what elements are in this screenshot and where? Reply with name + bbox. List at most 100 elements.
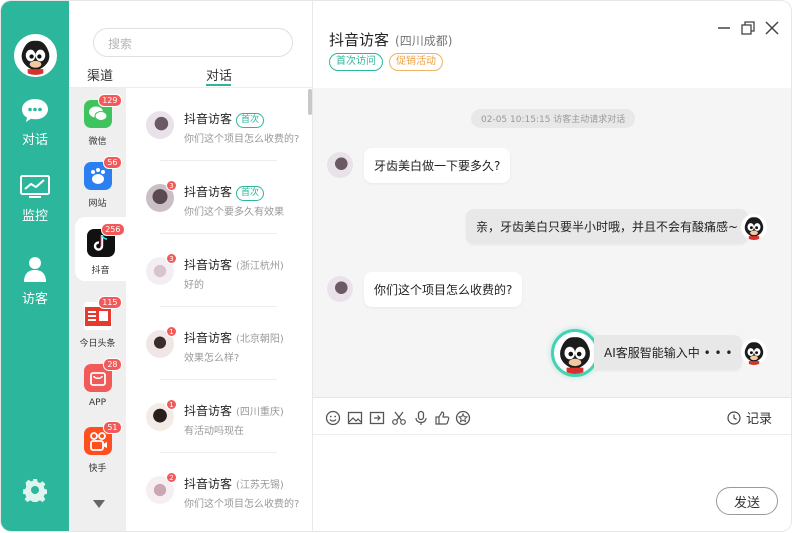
history-record-button[interactable]: 记录 [727,408,772,427]
channel-badge: 115 [98,296,122,309]
agent-mascot-avatar [741,214,767,240]
unread-badge: 3 [166,180,177,191]
shopping-bag-icon: 28 [83,358,122,392]
unread-badge: 1 [166,326,177,337]
tab-channels[interactable]: 渠道 [87,65,113,84]
mascot-avatar[interactable] [14,34,57,77]
channel-app[interactable]: 28 APP [69,358,126,408]
left-nav: 对话 监控 访客 [1,1,69,531]
scissors-icon[interactable] [391,410,407,426]
last-message: 你们这个要多久有效果 [184,207,284,218]
conversation-item[interactable]: 2 抖音访客 (江苏无锡) 你们这个项目怎么收费的? [126,453,306,526]
app-window: 对话 监控 访客 搜索 渠道 对话 129 微信 56 网站 256 抖音 11… [0,0,800,533]
ai-assistant-avatar [551,329,599,377]
ai-typing-bubble: AI客服智能输入中 • • • [594,335,743,370]
visitor-avatar [327,276,353,302]
conversation-item[interactable]: 3 抖音访客 (浙江杭州) 好的 [126,234,306,307]
last-message: 你们这个项目怎么收费的? [184,134,300,145]
search-input[interactable]: 搜索 [93,28,293,57]
visitor-person-icon [24,257,46,282]
visitor-location: (北京朝阳) [236,334,284,345]
agent-mascot-avatar [741,339,767,365]
window-frame: 对话 监控 访客 搜索 渠道 对话 129 微信 56 网站 256 抖音 11… [1,1,791,531]
nav-item-chat[interactable]: 对话 [1,97,69,148]
channel-badge: 56 [103,156,122,169]
unread-badge: 2 [166,472,177,483]
visitor-name: 抖音访客 [184,331,233,345]
channel-column: 129 微信 56 网站 256 抖音 115 今日头条 28 APP 51 快… [69,88,126,531]
nav-item-visitor[interactable]: 访客 [1,256,69,307]
close-icon[interactable] [763,19,781,37]
visitor-name: 抖音访客 [184,185,233,199]
first-visit-tag: 首次 [236,186,265,201]
channel-badge: 256 [101,223,125,236]
unread-badge: 1 [166,399,177,410]
nav-label-monitor: 监控 [21,209,48,224]
conversation-item[interactable]: 1 抖音访客 (北京朝阳) 效果怎么样? [126,307,306,380]
visitor-name: 抖音访客 [184,258,233,272]
emoji-icon[interactable] [325,410,341,426]
channel-wechat[interactable]: 129 微信 [69,94,126,147]
visitor-avatar [146,111,174,139]
channel-badge: 28 [103,358,122,371]
kuaishou-icon: 51 [83,421,122,455]
visitor-avatar: 3 [146,253,177,285]
conversation-item[interactable]: 3 抖音访客 首次 你们这个要多久有效果 [126,161,306,234]
channel-badge: 51 [103,421,122,434]
message-bubble-visitor: 你们这个项目怎么收费的? [364,272,523,307]
first-visit-tag: 首次 [236,113,265,128]
nav-label-chat: 对话 [21,133,48,148]
channel-toutiao[interactable]: 115 今日头条 [69,296,126,349]
last-message: 有活动吗现在 [184,426,244,437]
conversation-item[interactable]: 1 抖音访客 (四川重庆) 有活动吗现在 [126,380,306,453]
channel-label: 网站 [88,199,107,209]
tag-promotion: 促销活动 [389,53,443,71]
chat-header: 抖音访客 (四川成都) [329,29,452,50]
restore-icon[interactable] [739,19,757,37]
record-label: 记录 [746,412,773,427]
visitor-avatar: 3 [146,180,177,212]
visitor-name: 抖音访客 [184,112,233,126]
chat-title: 抖音访客 [329,31,390,49]
baidu-paw-icon: 56 [83,156,122,190]
send-button[interactable]: 发送 [716,487,778,515]
caret-down-icon[interactable] [93,500,105,508]
message-bubble-visitor: 牙齿美白做一下要多久? [364,148,511,183]
thumbs-up-icon[interactable] [434,410,450,426]
channel-website[interactable]: 56 网站 [69,156,126,209]
visitor-avatar: 1 [146,326,177,358]
minimize-icon[interactable] [715,19,733,37]
visitor-location: (浙江杭州) [236,261,284,272]
visitor-location: (四川重庆) [236,407,284,418]
satisfaction-icon[interactable] [455,410,471,426]
channel-label: 抖音 [91,266,110,276]
image-icon[interactable] [347,410,363,426]
tab-conversations[interactable]: 对话 [206,65,232,84]
file-icon[interactable] [369,410,385,426]
channel-label: 今日头条 [79,339,116,349]
wechat-icon: 129 [83,94,122,128]
visitor-avatar [327,152,353,178]
channel-label: APP [88,398,106,408]
visitor-location: (江苏无锡) [236,480,284,491]
microphone-icon[interactable] [413,410,429,426]
last-message: 好的 [184,280,204,291]
chat-area: 02-05 10:15:15 访客主动请求对话 牙齿美白做一下要多久? 亲，牙齿… [313,88,791,397]
conversation-item[interactable]: 抖音访客 首次 你们这个项目怎么收费的? [126,88,306,161]
last-message: 你们这个项目怎么收费的? [184,499,300,510]
message-input-area[interactable] [313,435,791,531]
active-tab-indicator [206,84,231,86]
channel-label: 微信 [88,137,107,147]
visitor-avatar: 2 [146,472,177,504]
conversation-list: 抖音访客 首次 你们这个项目怎么收费的? 3 抖音访客 首次 你们这个要多久有效果 … [126,88,313,531]
toutiao-icon: 115 [83,296,122,330]
gear-icon[interactable] [23,478,47,502]
system-note: 02-05 10:15:15 访客主动请求对话 [471,109,636,128]
nav-item-monitor[interactable]: 监控 [1,175,69,224]
monitor-chart-icon [20,175,50,198]
channel-douyin[interactable]: 256 抖音 [75,217,126,281]
chat-location: (四川成都) [395,34,453,48]
visitor-name: 抖音访客 [184,404,233,418]
channel-kuaishou[interactable]: 51 快手 [69,421,126,474]
tag-first-visit: 首次访问 [329,53,383,71]
